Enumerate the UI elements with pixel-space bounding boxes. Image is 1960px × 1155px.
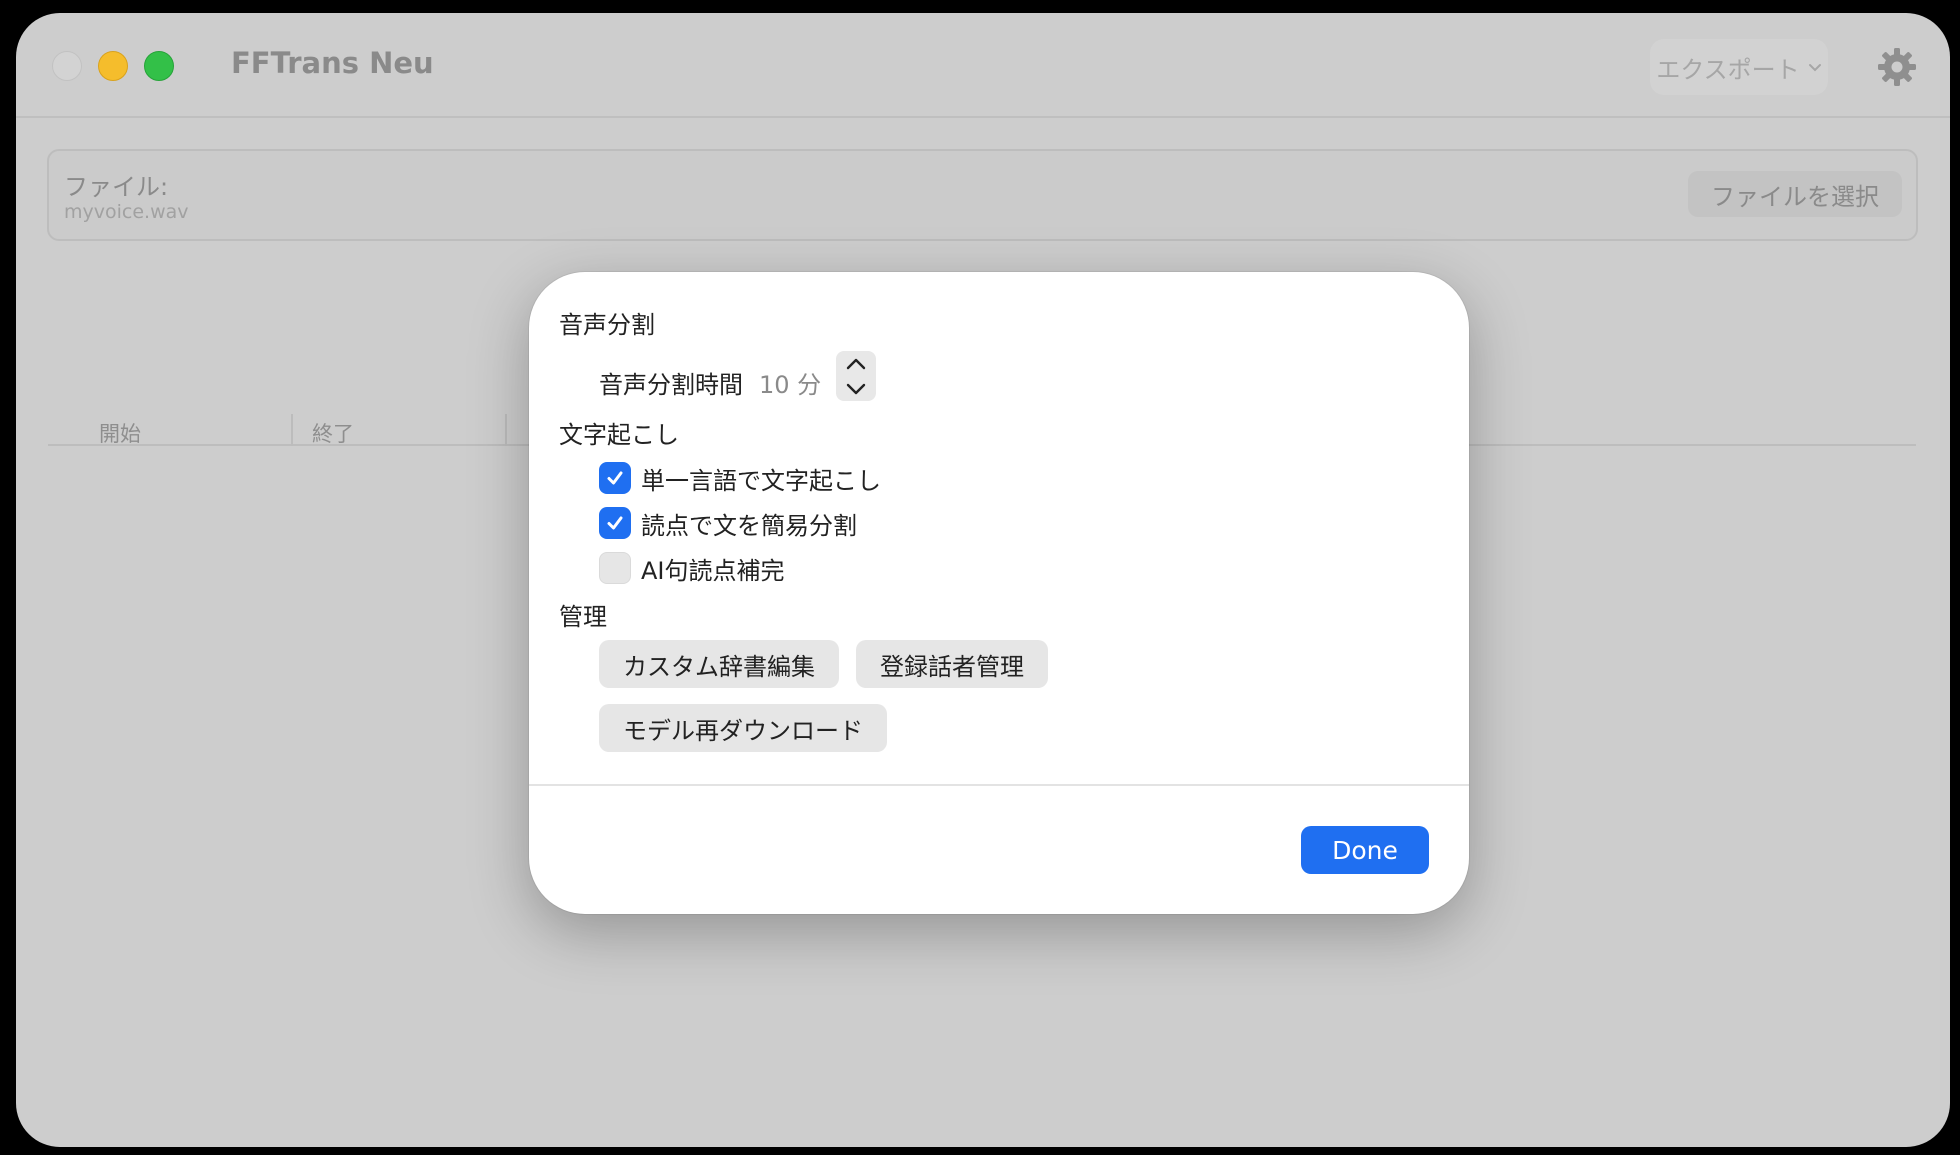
chevron-down-icon — [1808, 58, 1822, 77]
file-panel: ファイル: myvoice.wav ファイルを選択 — [47, 149, 1918, 241]
app-window: FFTrans Neu エクスポート ファイル: myvoice.wav ファイ… — [16, 13, 1950, 1147]
checkmark-icon — [607, 471, 623, 485]
zoom-window-button[interactable] — [144, 51, 174, 81]
option-label: 単一言語で文字起こし — [641, 466, 881, 495]
split-duration-label: 音声分割時間 — [599, 371, 743, 399]
title-bar: FFTrans Neu エクスポート — [16, 13, 1950, 118]
option-ai-punctuation[interactable]: AI句読点補完 — [599, 552, 785, 585]
chevron-down-icon — [846, 383, 866, 394]
column-divider — [505, 414, 507, 446]
section-title-transcription: 文字起こし — [559, 421, 679, 449]
section-title-management: 管理 — [559, 603, 607, 631]
split-duration-value: 10 分 — [759, 371, 822, 399]
option-split-by-comma[interactable]: 読点で文を簡易分割 — [599, 507, 857, 540]
redownload-model-button[interactable]: モデル再ダウンロード — [599, 704, 887, 752]
file-label: ファイル: — [64, 173, 169, 201]
option-label: AI句読点補完 — [641, 556, 785, 585]
gear-icon[interactable] — [1877, 47, 1917, 87]
choose-file-button[interactable]: ファイルを選択 — [1688, 171, 1902, 217]
column-divider — [291, 414, 293, 446]
checkbox-checked[interactable] — [599, 507, 631, 539]
checkbox-checked[interactable] — [599, 462, 631, 494]
close-window-button[interactable] — [52, 51, 82, 81]
export-menu-button[interactable]: エクスポート — [1650, 39, 1828, 95]
checkbox-unchecked[interactable] — [599, 552, 631, 584]
section-title-split: 音声分割 — [559, 311, 655, 339]
export-label: エクスポート — [1656, 55, 1800, 84]
checkmark-icon — [607, 516, 623, 530]
chevron-up-icon — [846, 358, 866, 369]
stepper-increment[interactable] — [836, 351, 876, 376]
column-header-start[interactable]: 開始 — [99, 418, 141, 448]
done-button[interactable]: Done — [1301, 826, 1429, 874]
stepper-decrement[interactable] — [836, 376, 876, 401]
option-single-language[interactable]: 単一言語で文字起こし — [599, 462, 881, 495]
option-label: 読点で文を簡易分割 — [641, 511, 857, 540]
split-duration-stepper[interactable] — [836, 351, 876, 401]
custom-dictionary-button[interactable]: カスタム辞書編集 — [599, 640, 839, 688]
sheet-divider — [529, 784, 1469, 786]
settings-sheet: 音声分割 音声分割時間 10 分 文字起こし 単一言語で文字起こし 読点で文を簡… — [529, 272, 1469, 914]
column-header-end[interactable]: 終了 — [312, 418, 354, 448]
app-title: FFTrans Neu — [231, 46, 434, 80]
file-name: myvoice.wav — [64, 201, 189, 223]
speaker-management-button[interactable]: 登録話者管理 — [856, 640, 1048, 688]
minimize-window-button[interactable] — [98, 51, 128, 81]
